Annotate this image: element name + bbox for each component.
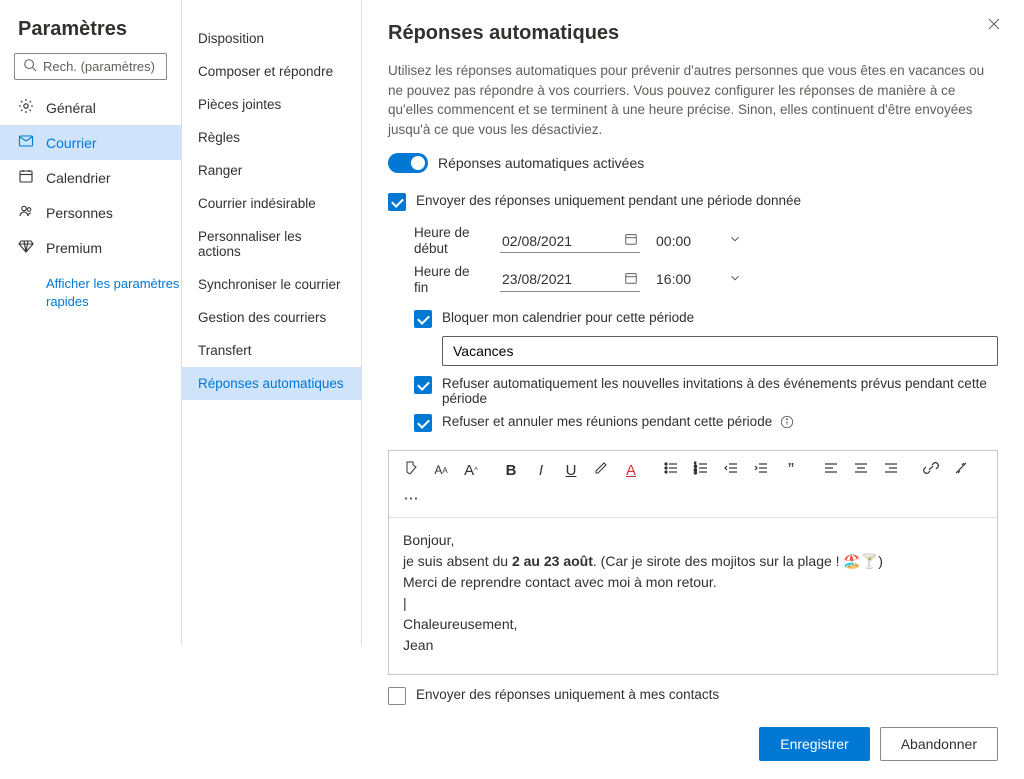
font-size-up-button[interactable]: A^ [459,459,483,481]
people-icon [18,203,34,222]
subnav-item-handling[interactable]: Gestion des courriers [182,301,361,334]
align-left-icon [823,460,839,480]
italic-button[interactable]: I [529,459,553,481]
sidebar-item-label: Général [46,100,96,116]
end-date-input[interactable]: 23/08/2021 [500,268,640,292]
settings-sidebar: Paramètres Rech. (paramètres) Général Co… [0,0,182,646]
unlink-button[interactable] [949,459,973,481]
start-time-input[interactable]: 00:00 [654,229,744,253]
discard-button[interactable]: Abandonner [880,727,998,761]
quick-settings-link[interactable]: Afficher les paramètres rapides [0,265,181,310]
subnav-item-layout[interactable]: Disposition [182,22,361,55]
sidebar-item-label: Calendrier [46,170,111,186]
block-calendar-checkbox[interactable] [414,310,432,328]
align-left-button[interactable] [819,459,843,481]
bullet-list-button[interactable] [659,459,683,481]
main-panel: Réponses automatiques Utilisez les répon… [362,0,1024,646]
outdent-icon [723,460,739,480]
save-button[interactable]: Enregistrer [759,727,869,761]
sidebar-item-calendar[interactable]: Calendrier [0,160,181,195]
outdent-button[interactable] [719,459,743,481]
mail-settings-subnav: Disposition Composer et répondre Pièces … [182,0,362,646]
highlight-icon [593,460,609,480]
subnav-item-customize[interactable]: Personnaliser les actions [182,220,361,268]
highlight-button[interactable] [589,459,613,481]
numbered-list-icon: 123 [693,460,709,480]
sidebar-item-people[interactable]: Personnes [0,195,181,230]
subnav-item-sweep[interactable]: Ranger [182,154,361,187]
subnav-item-sync[interactable]: Synchroniser le courrier [182,268,361,301]
chevron-down-icon [728,271,742,288]
block-calendar-label: Bloquer mon calendrier pour cette périod… [442,310,694,325]
search-input[interactable]: Rech. (paramètres) [14,53,167,80]
sidebar-item-label: Courrier [46,135,97,151]
sidebar-item-label: Premium [46,240,102,256]
autoreply-toggle-label: Réponses automatiques activées [438,155,644,171]
editor-toolbar: AA A^ B I U A 123 ” ⋯ [389,451,997,518]
unlink-icon [953,460,969,480]
calendar-icon [624,232,638,249]
period-checkbox[interactable] [388,193,406,211]
subnav-item-junk[interactable]: Courrier indésirable [182,187,361,220]
close-icon [986,19,1002,35]
subnav-item-rules[interactable]: Règles [182,121,361,154]
quote-button[interactable]: ” [779,459,803,481]
decline-cancel-label: Refuser et annuler mes réunions pendant … [442,414,794,429]
calendar-icon [624,271,638,288]
indent-icon [753,460,769,480]
contacts-only-label: Envoyer des réponses uniquement à mes co… [416,687,719,702]
bullet-list-icon [663,460,679,480]
close-button[interactable] [986,16,1002,35]
diamond-icon [18,238,34,257]
search-icon [23,58,37,75]
sidebar-item-mail[interactable]: Courrier [0,125,181,160]
end-time-label: Heure de fin [414,264,486,296]
panel-heading: Réponses automatiques [388,22,998,45]
message-editor: AA A^ B I U A 123 ” ⋯ Bonjour, je suis [388,450,998,675]
contacts-only-checkbox[interactable] [388,687,406,705]
search-placeholder: Rech. (paramètres) [43,59,155,74]
gear-icon [18,98,34,117]
chevron-down-icon [728,232,742,249]
bold-button[interactable]: B [499,459,523,481]
format-painter-icon [403,460,419,480]
subnav-item-compose[interactable]: Composer et répondre [182,55,361,88]
sidebar-item-premium[interactable]: Premium [0,230,181,265]
underline-button[interactable]: U [559,459,583,481]
more-icon: ⋯ [404,489,419,507]
subnav-item-forwarding[interactable]: Transfert [182,334,361,367]
subnav-item-attachments[interactable]: Pièces jointes [182,88,361,121]
more-button[interactable]: ⋯ [399,487,423,509]
decline-new-label: Refuser automatiquement les nouvelles in… [442,376,998,406]
align-right-button[interactable] [879,459,903,481]
numbered-list-button[interactable]: 123 [689,459,713,481]
autoreply-toggle[interactable] [388,153,428,173]
sidebar-item-general[interactable]: Général [0,90,181,125]
align-right-icon [883,460,899,480]
decline-new-checkbox[interactable] [414,376,432,394]
message-body[interactable]: Bonjour, je suis absent du 2 au 23 août.… [389,518,997,674]
period-checkbox-label: Envoyer des réponses uniquement pendant … [416,193,801,208]
panel-description: Utilisez les réponses automatiques pour … [388,61,998,139]
start-date-input[interactable]: 02/08/2021 [500,229,640,253]
end-time-input[interactable]: 16:00 [654,268,744,292]
start-time-label: Heure de début [414,225,486,257]
sidebar-item-label: Personnes [46,205,113,221]
page-title: Paramètres [0,18,181,53]
font-size-down-button[interactable]: AA [429,459,453,481]
block-calendar-subject-input[interactable] [442,336,998,366]
calendar-icon [18,168,34,187]
align-center-button[interactable] [849,459,873,481]
mail-icon [18,133,34,152]
subnav-item-autoreply[interactable]: Réponses automatiques [182,367,361,400]
link-icon [923,460,939,480]
indent-button[interactable] [749,459,773,481]
font-color-button[interactable]: A [619,459,643,481]
info-icon[interactable] [780,415,794,429]
svg-text:3: 3 [694,470,697,476]
link-button[interactable] [919,459,943,481]
decline-cancel-checkbox[interactable] [414,414,432,432]
format-painter-button[interactable] [399,459,423,481]
align-center-icon [853,460,869,480]
